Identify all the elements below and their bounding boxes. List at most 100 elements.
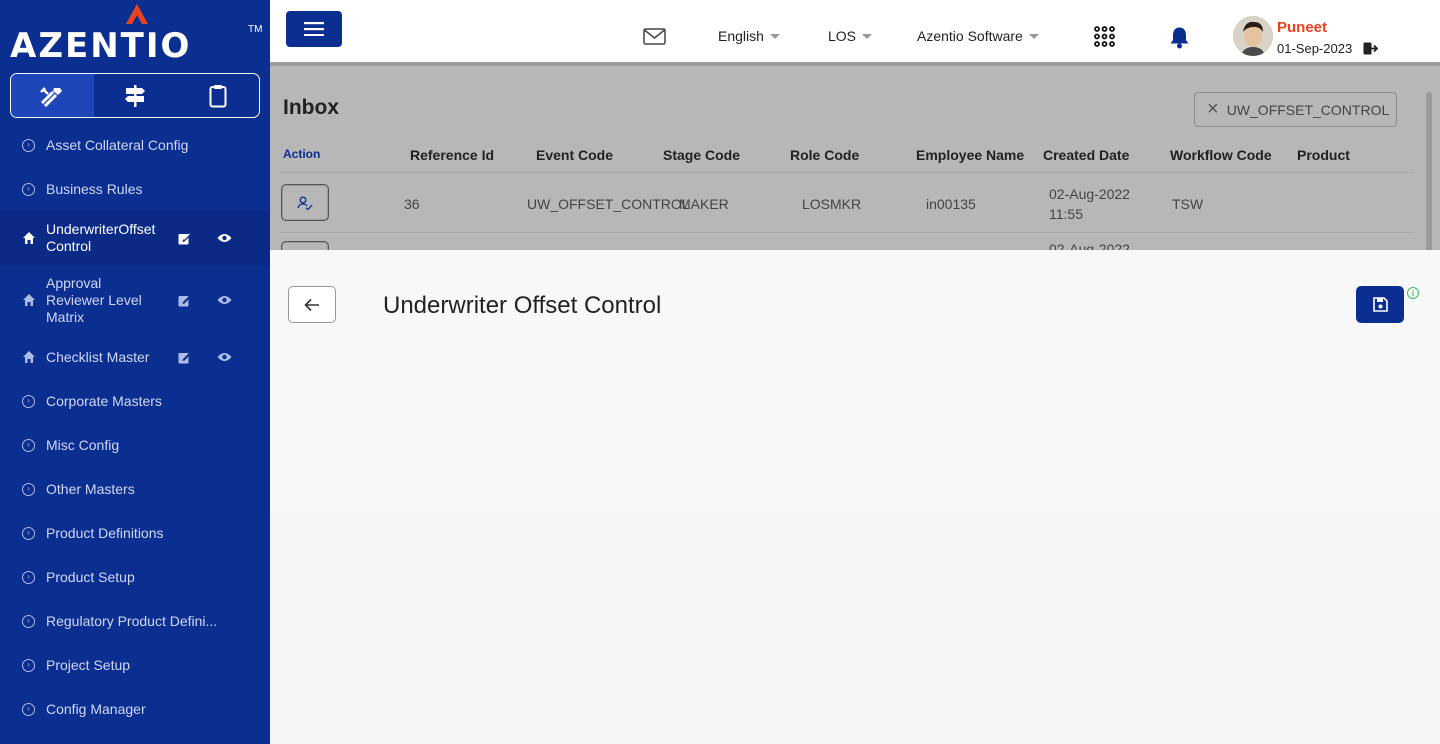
signpost-icon bbox=[125, 84, 145, 107]
sidebar-item-business-rules[interactable]: › Business Rules bbox=[0, 167, 270, 211]
user-date: 01-Sep-2023 bbox=[1277, 41, 1353, 56]
edit-icon[interactable] bbox=[178, 232, 191, 245]
chevron-circle-icon: › bbox=[22, 702, 35, 716]
scrollbar[interactable] bbox=[1426, 92, 1432, 250]
company-select-value: Azentio Software bbox=[917, 28, 1023, 44]
chevron-circle-icon: › bbox=[22, 614, 35, 628]
sidebar-item-asset-collateral-config[interactable]: › Asset Collateral Config bbox=[0, 123, 270, 167]
chevron-circle-icon: › bbox=[22, 526, 35, 540]
sidebar-item-label: Asset Collateral Config bbox=[46, 137, 189, 153]
divider bbox=[280, 172, 1415, 173]
sidebar-item-label: Checklist Master bbox=[46, 349, 150, 365]
hamburger-icon bbox=[304, 22, 324, 36]
column-header-stage-code[interactable]: Stage Code bbox=[663, 147, 740, 163]
cell-employee-name: in00135 bbox=[926, 196, 976, 212]
tab-signpost[interactable] bbox=[94, 74, 177, 117]
eye-icon[interactable] bbox=[217, 233, 232, 243]
sidebar-item-config-manager[interactable]: › Config Manager bbox=[0, 687, 270, 731]
column-header-employee-name[interactable]: Employee Name bbox=[916, 147, 1024, 163]
logo-trademark: TM bbox=[248, 24, 263, 35]
tab-tools[interactable] bbox=[11, 74, 94, 117]
logo-mark-icon bbox=[126, 4, 148, 24]
column-header-event-code[interactable]: Event Code bbox=[536, 147, 613, 163]
tools-icon bbox=[40, 86, 63, 107]
cell-created-time: 11:55 bbox=[1049, 206, 1083, 222]
sidebar-item-product-definitions[interactable]: › Product Definitions bbox=[0, 511, 270, 555]
chevron-circle-icon: › bbox=[22, 394, 35, 408]
sidebar-icon-tabs bbox=[10, 73, 260, 118]
azentio-logo: AZENTIO TM bbox=[10, 4, 263, 66]
edit-icon[interactable] bbox=[178, 351, 191, 364]
module-select[interactable]: LOS bbox=[828, 28, 873, 44]
chevron-circle-icon: › bbox=[22, 658, 35, 672]
sidebar-item-underwriter-offset-control[interactable]: UnderwriterOffsetControl bbox=[0, 211, 270, 265]
chevron-circle-icon: › bbox=[22, 482, 35, 496]
sidebar-item-label: Product Setup bbox=[46, 569, 135, 585]
column-header-reference-id[interactable]: Reference Id bbox=[410, 147, 494, 163]
sidebar-item-corporate-masters[interactable]: › Corporate Masters bbox=[0, 379, 270, 423]
cell-created-date: 02-Aug-2022 bbox=[1049, 186, 1130, 202]
sidebar-item-regulatory-product-definitions[interactable]: › Regulatory Product Defini... bbox=[0, 599, 270, 643]
sidebar-item-label: Product Definitions bbox=[46, 525, 164, 541]
sidebar-item-checklist-master[interactable]: Checklist Master bbox=[0, 335, 270, 379]
sidebar-item-product-setup[interactable]: › Product Setup bbox=[0, 555, 270, 599]
menu-toggle-button[interactable] bbox=[286, 11, 342, 47]
cell-event-code: UW_OFFSET_CONTROL bbox=[527, 196, 690, 212]
sidebar-item-label: Approval Reviewer Level Matrix bbox=[46, 274, 142, 325]
cell-created-date: 02-Aug-2022 bbox=[1049, 241, 1130, 250]
tab-clipboard[interactable] bbox=[176, 74, 259, 117]
sidebar-item-label: UnderwriterOffsetControl bbox=[46, 221, 156, 254]
company-select[interactable]: Azentio Software bbox=[917, 28, 1039, 44]
sidebar-item-label: Misc Config bbox=[46, 437, 120, 453]
column-header-role-code[interactable]: Role Code bbox=[790, 147, 859, 163]
inbox-section: Inbox × UW_OFFSET_CONTROL Action Referen… bbox=[270, 62, 1440, 250]
arrow-left-icon bbox=[304, 298, 319, 311]
sidebar-item-other-masters[interactable]: › Other Masters bbox=[0, 467, 270, 511]
sidebar-item-project-setup[interactable]: › Project Setup bbox=[0, 643, 270, 687]
caret-down-icon bbox=[769, 33, 780, 39]
edit-icon[interactable] bbox=[178, 294, 191, 307]
save-icon bbox=[1372, 297, 1388, 312]
sidebar-item-label: Business Rules bbox=[46, 181, 143, 197]
claim-task-button[interactable] bbox=[281, 241, 329, 250]
sidebar-item-label: Project Setup bbox=[46, 657, 131, 673]
filter-chip-label: UW_OFFSET_CONTROL bbox=[1226, 101, 1390, 118]
claim-task-button[interactable] bbox=[281, 184, 329, 221]
close-icon[interactable]: × bbox=[1207, 98, 1219, 121]
detail-panel: Underwriter Offset Control i bbox=[270, 250, 1440, 744]
sidebar-item-label: Regulatory Product Defini... bbox=[46, 613, 218, 629]
home-icon bbox=[23, 351, 35, 363]
chevron-circle-icon: › bbox=[22, 438, 35, 452]
sidebar-item-label: Corporate Masters bbox=[46, 393, 162, 409]
divider bbox=[270, 62, 1440, 66]
column-header-workflow-code[interactable]: Workflow Code bbox=[1170, 147, 1272, 163]
cell-reference-id: 36 bbox=[404, 196, 420, 212]
avatar[interactable] bbox=[1233, 16, 1273, 56]
info-icon[interactable]: i bbox=[1407, 287, 1419, 299]
inbox-title: Inbox bbox=[283, 96, 339, 119]
chevron-circle-icon: › bbox=[22, 138, 35, 152]
sidebar-item-misc-config[interactable]: › Misc Config bbox=[0, 423, 270, 467]
apps-grid-icon[interactable] bbox=[1094, 26, 1115, 47]
logout-icon[interactable] bbox=[1363, 42, 1378, 55]
cell-stage-code: MAKER bbox=[679, 196, 729, 212]
bell-icon[interactable] bbox=[1169, 26, 1190, 49]
sidebar-item-approval-reviewer-level-matrix[interactable]: Approval Reviewer Level Matrix bbox=[0, 265, 270, 335]
back-button[interactable] bbox=[288, 286, 336, 323]
filter-chip[interactable]: × UW_OFFSET_CONTROL bbox=[1194, 92, 1397, 127]
save-button[interactable] bbox=[1356, 286, 1404, 323]
sidebar: AZENTIO TM › Asset Collateral Config › B… bbox=[0, 0, 270, 744]
chevron-circle-icon: › bbox=[22, 182, 35, 196]
divider bbox=[280, 232, 1415, 233]
language-select[interactable]: English bbox=[718, 28, 780, 44]
chevron-circle-icon: › bbox=[22, 570, 35, 584]
column-header-product[interactable]: Product bbox=[1297, 147, 1350, 163]
column-header-created-date[interactable]: Created Date bbox=[1043, 147, 1129, 163]
user-name: Puneet bbox=[1277, 19, 1328, 36]
mail-icon[interactable] bbox=[643, 28, 666, 45]
eye-icon[interactable] bbox=[217, 352, 232, 362]
clipboard-icon bbox=[209, 84, 227, 107]
logo-text: AZENTIO bbox=[10, 26, 192, 66]
eye-icon[interactable] bbox=[217, 295, 232, 305]
page-title: Underwriter Offset Control bbox=[383, 292, 662, 319]
